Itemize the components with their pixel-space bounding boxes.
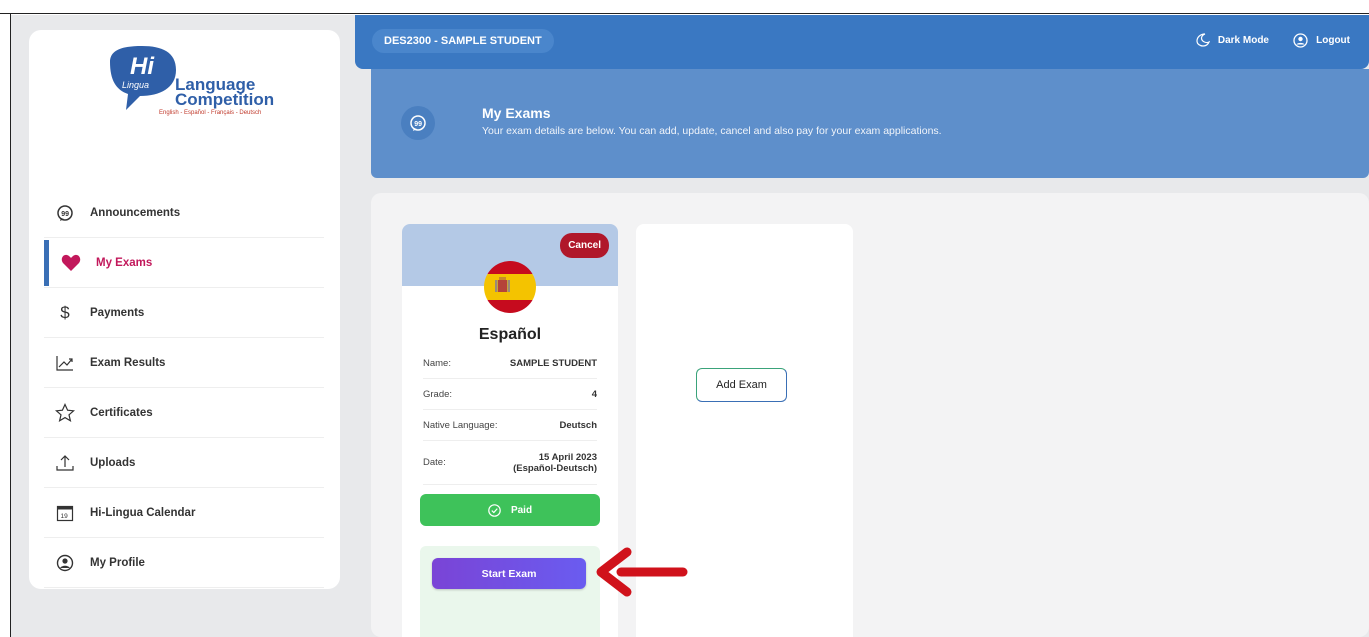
sidebar-item-my-profile[interactable]: My Profile	[44, 538, 324, 588]
exam-language-pair: (Español-Deutsch)	[513, 462, 597, 474]
exam-language: Español	[478, 326, 542, 343]
star-icon	[54, 402, 76, 424]
field-label: Name:	[423, 357, 451, 369]
frame-top	[0, 0, 1369, 14]
exam-date: 15 April 2023	[538, 451, 597, 463]
paid-status-button: Paid	[420, 494, 600, 526]
red-arrow-annotation-icon	[596, 547, 688, 597]
user-circle-icon	[54, 552, 76, 574]
logo: Hi Lingua Language Competition English -…	[104, 44, 284, 144]
logo-bubble-icon: Hi Lingua	[110, 46, 176, 110]
field-value: Deutsch	[559, 419, 597, 431]
app: Hi Lingua Language Competition English -…	[11, 15, 1369, 637]
sidebar-item-label: Hi-Lingua Calendar	[90, 506, 196, 519]
sidebar-item-label: My Exams	[96, 256, 153, 269]
spain-flag-icon	[484, 261, 536, 313]
cancel-button[interactable]: Cancel	[560, 233, 609, 258]
sidebar-item-label: Announcements	[90, 206, 181, 219]
field-native-language-row: Native Language: Deutsch	[423, 410, 597, 441]
speech-bubble-icon: 99	[54, 202, 76, 224]
field-value: 4	[591, 388, 597, 400]
dollar-icon: $	[60, 302, 70, 322]
sidebar-item-label: Payments	[90, 306, 145, 319]
page-header: 99 My Exams Your exam details are below.…	[371, 69, 1369, 178]
page-description: Your exam details are below. You can add…	[482, 125, 942, 137]
check-circle-icon	[488, 503, 501, 517]
sidebar-item-announcements[interactable]: 99 Announcements	[44, 188, 324, 238]
student-id-label: DES2300 - SAMPLE STUDENT	[372, 29, 554, 53]
calendar-icon: 19	[54, 502, 76, 524]
sidebar-item-payments[interactable]: $ Payments	[44, 288, 324, 338]
logout-label: Logout	[1316, 35, 1350, 46]
logo-lingua: Lingua	[122, 80, 149, 90]
user-circle-icon	[1293, 33, 1308, 48]
logo-languages: English - Español - Français - Deutsch	[159, 110, 262, 116]
sidebar-item-label: Uploads	[90, 456, 136, 469]
exam-card: Cancel Español Name: SAMPLE STUDENT Grad…	[402, 224, 618, 637]
start-exam-button[interactable]: Start Exam	[432, 558, 586, 589]
sidebar-item-certificates[interactable]: Certificates	[44, 388, 324, 438]
dark-mode-label: Dark Mode	[1217, 34, 1269, 46]
sidebar-item-my-exams[interactable]: My Exams	[44, 238, 324, 288]
field-name-row: Name: SAMPLE STUDENT	[423, 348, 597, 379]
chart-line-icon	[54, 352, 76, 374]
start-exam-area: Start Exam	[420, 546, 600, 637]
page-title: My Exams	[482, 105, 551, 121]
field-grade-row: Grade: 4	[423, 379, 597, 410]
field-label: Native Language:	[423, 419, 498, 431]
moon-icon	[1196, 33, 1210, 47]
speech-bubble-icon: 99	[401, 106, 435, 140]
add-exam-button[interactable]: Add Exam	[696, 368, 787, 402]
content-panel: Cancel Español Name: SAMPLE STUDENT Grad…	[371, 193, 1369, 637]
heart-icon	[60, 252, 82, 274]
sidebar-item-uploads[interactable]: Uploads	[44, 438, 324, 488]
logout-button[interactable]: Logout	[1293, 33, 1350, 48]
paid-label: Paid	[510, 504, 533, 516]
sidebar-item-exam-results[interactable]: Exam Results	[44, 338, 324, 388]
upload-icon	[54, 452, 76, 474]
field-value: 15 April 2023 (Español-Deutsch)	[513, 452, 597, 474]
sidebar-menu: 99 Announcements My Exams $ Payments Exa…	[44, 188, 324, 588]
field-date-row: Date: 15 April 2023 (Español-Deutsch)	[423, 441, 597, 485]
sidebar-item-calendar[interactable]: 19 Hi-Lingua Calendar	[44, 488, 324, 538]
top-bar: DES2300 - SAMPLE STUDENT Dark Mode Logou…	[355, 15, 1369, 69]
sidebar-item-label: Certificates	[90, 406, 153, 419]
sidebar: Hi Lingua Language Competition English -…	[29, 30, 340, 589]
logo-hi: Hi	[130, 53, 155, 80]
sidebar-item-label: My Profile	[90, 556, 145, 569]
field-label: Grade:	[423, 388, 453, 400]
dark-mode-toggle[interactable]: Dark Mode	[1196, 33, 1269, 47]
calendar-day: 19	[61, 513, 69, 520]
field-label: Date:	[423, 457, 446, 468]
svg-text:99: 99	[61, 211, 69, 218]
logo-line2: Competition	[175, 90, 275, 109]
field-value: SAMPLE STUDENT	[509, 357, 597, 369]
sidebar-item-label: Exam Results	[90, 356, 166, 369]
svg-text:99: 99	[414, 121, 422, 128]
